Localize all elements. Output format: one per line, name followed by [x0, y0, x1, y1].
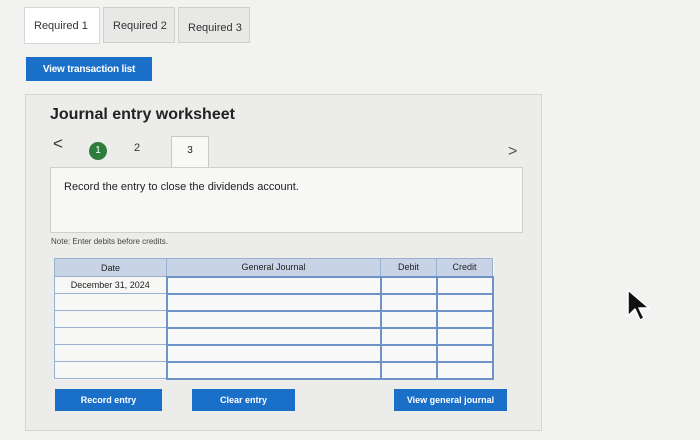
- general-journal-input[interactable]: [165, 292, 382, 312]
- general-journal-input[interactable]: [165, 343, 382, 363]
- worksheet-title: Journal entry worksheet: [50, 106, 235, 123]
- tab-required-3[interactable]: Required 3: [178, 7, 250, 43]
- table-row: [54, 360, 494, 380]
- header-date: Date: [54, 258, 167, 277]
- view-general-journal-button[interactable]: View general journal: [394, 389, 507, 411]
- general-journal-input[interactable]: [165, 326, 382, 346]
- tab-required-2[interactable]: Required 2: [103, 7, 175, 43]
- debit-input[interactable]: [379, 360, 438, 380]
- debit-input[interactable]: [379, 309, 438, 329]
- general-journal-input[interactable]: [165, 275, 382, 295]
- credit-input[interactable]: [435, 326, 494, 345]
- note-text: Note: Enter debits before credits.: [51, 237, 168, 246]
- table-header-row: Date General Journal Debit Credit: [54, 258, 493, 277]
- instruction-text: Record the entry to close the dividends …: [64, 181, 299, 193]
- date-cell: [54, 344, 167, 362]
- credit-input[interactable]: [435, 275, 494, 295]
- debit-input[interactable]: [379, 275, 438, 295]
- view-transaction-list-button[interactable]: View transaction list: [26, 57, 152, 81]
- tab-required-1[interactable]: Required 1: [24, 7, 100, 44]
- mouse-pointer-icon: [626, 288, 652, 327]
- date-cell: December 31, 2024: [54, 276, 167, 294]
- tab-bar: Required 1 Required 2 Required 3: [24, 7, 253, 44]
- general-journal-input[interactable]: [165, 360, 382, 380]
- header-general-journal: General Journal: [166, 258, 381, 277]
- table-row: [54, 326, 494, 346]
- credit-input[interactable]: [435, 309, 494, 328]
- instruction-box: Record the entry to close the dividends …: [50, 167, 523, 233]
- table-row: [54, 343, 494, 363]
- record-entry-button[interactable]: Record entry: [55, 389, 162, 411]
- credit-input[interactable]: [435, 360, 494, 380]
- clear-entry-button[interactable]: Clear entry: [192, 389, 295, 411]
- date-cell: [54, 293, 167, 311]
- step-1-complete-badge[interactable]: 1: [89, 142, 107, 160]
- table-row: [54, 309, 494, 329]
- journal-entry-worksheet-panel: Journal entry worksheet < 1 2 3 > Record…: [25, 94, 542, 431]
- debit-input[interactable]: [379, 326, 438, 346]
- step-3-tab-active[interactable]: 3: [171, 136, 209, 167]
- general-journal-input[interactable]: [165, 309, 382, 329]
- credit-input[interactable]: [435, 343, 494, 363]
- date-cell: [54, 361, 167, 379]
- header-debit: Debit: [380, 258, 437, 277]
- date-cell: [54, 310, 167, 328]
- debit-input[interactable]: [379, 292, 438, 312]
- table-row: December 31, 2024: [54, 275, 494, 295]
- header-credit: Credit: [436, 258, 493, 277]
- step-2-tab[interactable]: 2: [134, 142, 140, 154]
- next-arrow-icon[interactable]: >: [508, 143, 517, 161]
- debit-input[interactable]: [379, 343, 438, 363]
- previous-arrow-icon[interactable]: <: [53, 134, 63, 154]
- date-cell: [54, 327, 167, 345]
- journal-entry-table: Date General Journal Debit Credit Decemb…: [54, 258, 494, 380]
- credit-input[interactable]: [435, 292, 494, 312]
- table-row: [54, 292, 494, 312]
